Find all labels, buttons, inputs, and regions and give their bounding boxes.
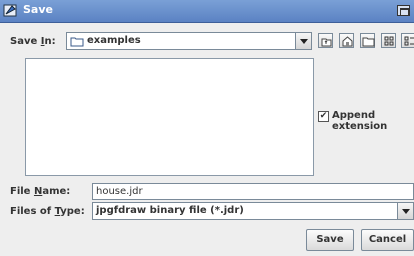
save-in-label: Save In: [10,36,56,47]
file-list[interactable] [25,58,314,176]
up-folder-icon [321,38,332,47]
file-name-label: File Name: [10,186,71,197]
up-folder-button[interactable] [318,33,333,48]
details-view-icon [404,36,414,46]
file-type-value: jpgfdraw binary file (*.jdr) [96,205,244,216]
save-button[interactable]: Save [306,229,354,251]
home-icon [342,36,353,47]
save-in-value: examples [87,35,141,46]
append-extension-label: Append extension [332,110,388,132]
home-button[interactable] [339,33,354,48]
details-view-button[interactable] [401,33,414,48]
folder-icon [70,36,84,50]
list-view-icon [384,36,394,46]
window-title: Save [23,3,53,16]
app-icon [3,3,18,18]
file-type-combo[interactable]: jpgfdraw binary file (*.jdr) [92,202,414,220]
chevron-down-icon[interactable] [295,33,311,49]
list-view-button[interactable] [381,33,396,48]
chevron-down-icon[interactable] [397,203,413,219]
new-folder-button[interactable] [360,33,375,48]
file-type-label: Files of Type: [10,206,85,217]
file-name-input[interactable]: house.jdr [92,183,414,200]
save-in-combo[interactable]: examples [66,32,312,50]
cancel-button[interactable]: Cancel [361,229,414,251]
new-folder-icon [362,37,375,47]
append-extension-checkbox[interactable]: ✔ [318,111,329,122]
maximize-button[interactable] [397,5,410,16]
title-bar: Save [0,0,414,23]
